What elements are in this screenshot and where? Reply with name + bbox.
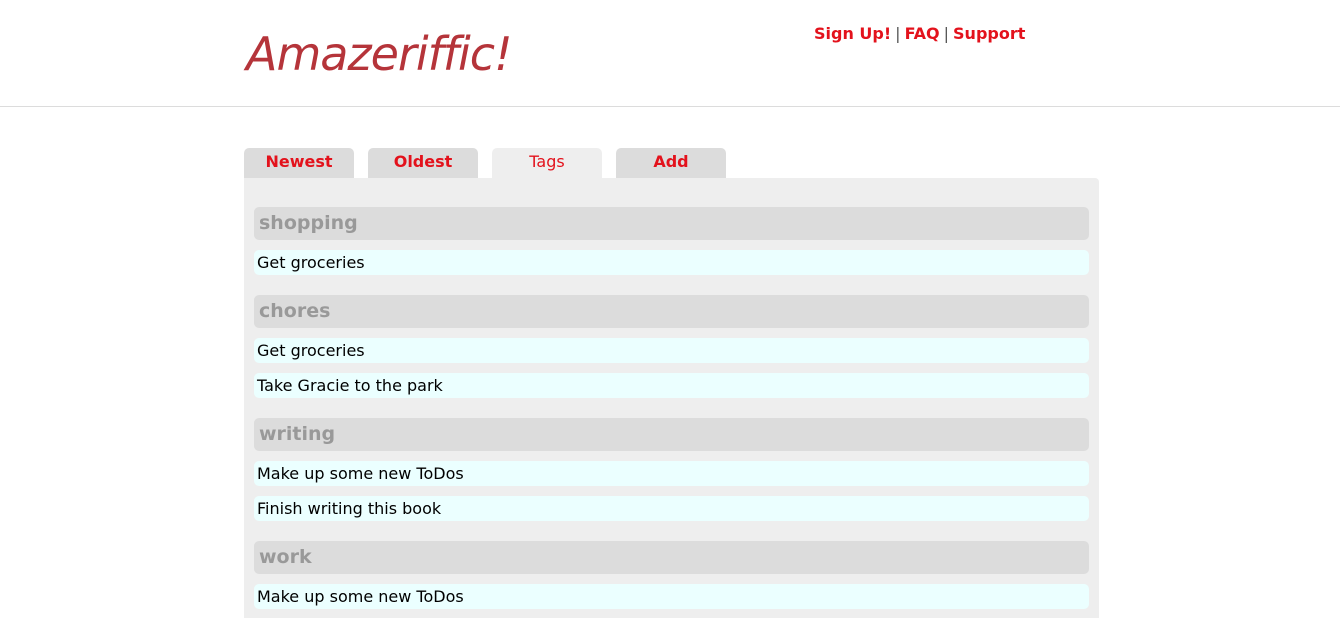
tag-heading: writing	[254, 418, 1089, 451]
faq-link[interactable]: FAQ	[905, 24, 940, 43]
todo-item: Get groceries	[254, 338, 1089, 363]
todo-item: Get groceries	[254, 250, 1089, 275]
tab-tags[interactable]: Tags	[492, 148, 602, 178]
nav-separator: |	[895, 24, 901, 43]
tab-add[interactable]: Add	[616, 148, 726, 178]
tab-newest[interactable]: Newest	[244, 148, 354, 178]
tag-group-chores: chores Get groceries Take Gracie to the …	[254, 295, 1089, 398]
todo-item: Finish writing this book	[254, 496, 1089, 521]
top-nav: Sign Up! | FAQ | Support	[814, 24, 1025, 43]
tag-group-shopping: shopping Get groceries	[254, 207, 1089, 275]
tag-group-work: work Make up some new ToDos	[254, 541, 1089, 609]
tag-heading: chores	[254, 295, 1089, 328]
signup-link[interactable]: Sign Up!	[814, 24, 891, 43]
tag-heading: work	[254, 541, 1089, 574]
support-link[interactable]: Support	[953, 24, 1025, 43]
todo-item: Make up some new ToDos	[254, 584, 1089, 609]
tab-oldest[interactable]: Oldest	[368, 148, 478, 178]
todo-item: Take Gracie to the park	[254, 373, 1089, 398]
page-header: Amazeriffic! Sign Up! | FAQ | Support	[0, 0, 1340, 107]
nav-separator: |	[943, 24, 950, 43]
site-logo: Amazeriffic!	[246, 27, 513, 81]
tab-content-panel: shopping Get groceries chores Get grocer…	[244, 178, 1099, 618]
tag-heading: shopping	[254, 207, 1089, 240]
tag-group-writing: writing Make up some new ToDos Finish wr…	[254, 418, 1089, 521]
todo-item: Make up some new ToDos	[254, 461, 1089, 486]
